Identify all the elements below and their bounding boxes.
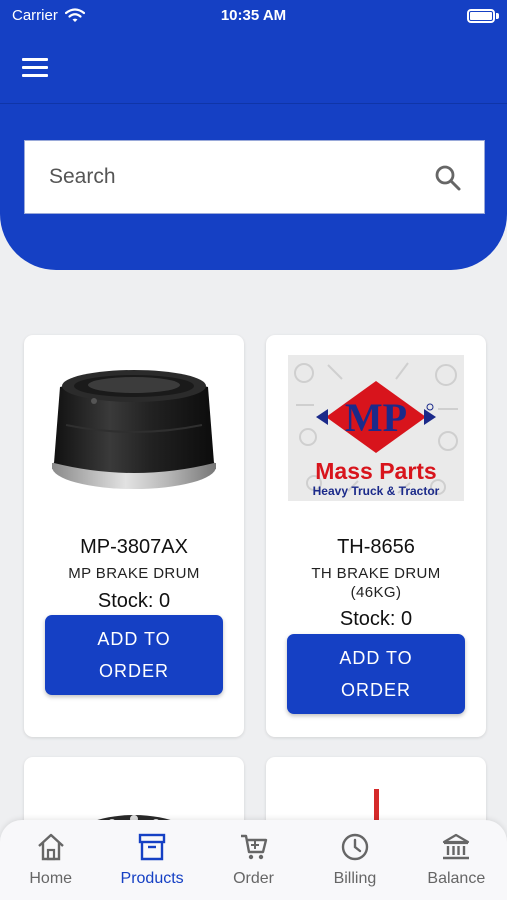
logo-brand-name: Mass Parts	[315, 458, 436, 484]
product-stock: Stock: 0	[97, 590, 171, 612]
battery-cap	[496, 13, 499, 19]
product-name: TH BRAKE DRUM (46KG)	[311, 565, 441, 601]
bank-icon	[443, 833, 470, 860]
search-icon[interactable]	[434, 164, 462, 192]
hamburger-menu-icon[interactable]	[22, 52, 56, 82]
status-time: 10:35 AM	[220, 7, 287, 24]
logo-initials: MP	[345, 395, 407, 440]
nav-item-products[interactable]: Products	[101, 820, 202, 900]
add-to-order-button[interactable]: ADD TO ORDER	[45, 615, 223, 695]
search-panel	[0, 104, 507, 270]
cart-icon	[240, 834, 267, 860]
product-card[interactable]: MP-3807AX MP BRAKE DRUM Stock: 0 ADD TO …	[24, 335, 244, 737]
product-stock: Stock: 0	[339, 608, 413, 630]
nav-label: Balance	[427, 870, 486, 887]
nav-label: Billing	[333, 870, 377, 887]
home-icon	[37, 833, 64, 861]
clock-icon	[341, 833, 369, 861]
status-bar: Carrier 10:35 AM	[0, 0, 507, 32]
product-code: TH-8656	[337, 536, 415, 558]
app-bar	[0, 32, 507, 104]
product-name: MP BRAKE DRUM	[68, 565, 200, 582]
nav-item-balance[interactable]: Balance	[406, 820, 507, 900]
nav-item-home[interactable]: Home	[0, 820, 101, 900]
product-code: MP-3807AX	[80, 536, 188, 558]
product-card[interactable]: MP Mass Parts Heavy Truck & Tractor TH-8…	[266, 335, 486, 737]
battery-icon	[467, 9, 495, 23]
mass-parts-logo: MP Mass Parts Heavy Truck & Tractor	[288, 355, 464, 501]
search-box	[24, 140, 485, 214]
brake-drum-image	[52, 370, 216, 489]
bottom-nav: Home Products Order Billing Balance	[0, 820, 507, 900]
nav-item-billing[interactable]: Billing	[304, 820, 405, 900]
logo-tagline: Heavy Truck & Tractor	[313, 484, 440, 498]
add-to-order-button[interactable]: ADD TO ORDER	[287, 634, 465, 714]
nav-label: Order	[233, 870, 274, 887]
nav-label: Home	[29, 870, 73, 887]
search-input[interactable]	[49, 141, 419, 213]
nav-item-order[interactable]: Order	[203, 820, 304, 900]
nav-label: Products	[120, 870, 184, 887]
archive-box-icon	[138, 833, 166, 861]
